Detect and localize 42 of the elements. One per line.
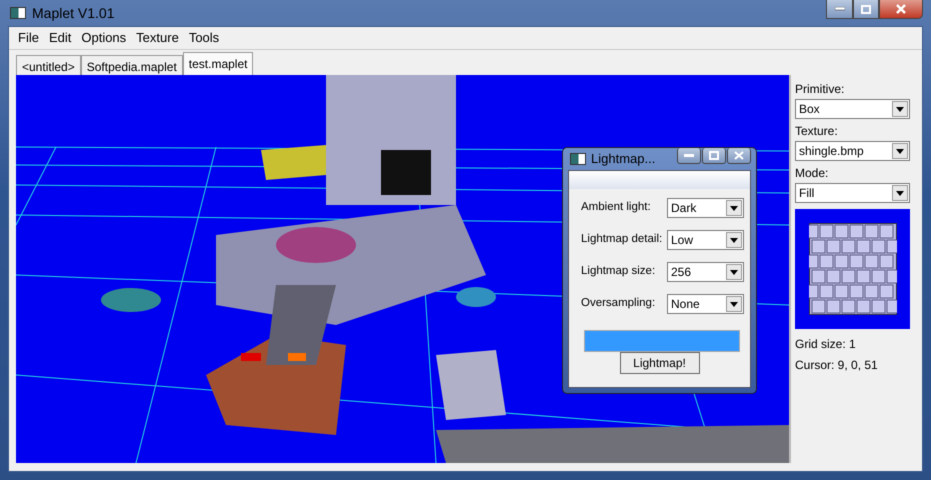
app-icon: [10, 7, 26, 19]
dialog-icon: [570, 153, 586, 165]
field-label: Texture:: [795, 123, 839, 140]
cursor-position-text: Cursor: 9, 0, 51: [795, 357, 879, 374]
close-icon: [895, 4, 907, 14]
dropdown[interactable]: shingle.bmp: [795, 141, 910, 161]
close-icon: [734, 151, 744, 160]
maximize-icon: [709, 151, 719, 160]
menu-item[interactable]: Tools: [184, 28, 224, 48]
menu-item[interactable]: Options: [76, 28, 132, 48]
minimize-icon: [834, 7, 844, 11]
field-label: Lightmap size:: [581, 264, 656, 280]
dropdown[interactable]: None: [667, 294, 744, 314]
tab[interactable]: Softpedia.maplet: [80, 55, 183, 75]
field-label: Mode:: [795, 165, 830, 182]
maximize-icon: [861, 4, 871, 14]
field-label: Oversampling:: [581, 296, 656, 312]
tab[interactable]: test.maplet: [182, 52, 254, 75]
minimize-icon: [684, 154, 694, 158]
dialog-title: Lightmap...: [591, 150, 656, 168]
minimize-button[interactable]: [677, 148, 701, 164]
field-label: Ambient light:: [581, 200, 652, 216]
minimize-button[interactable]: [826, 0, 853, 19]
grid-size-text: Grid size: 1: [795, 336, 857, 353]
menu-item[interactable]: File: [13, 28, 44, 48]
dropdown[interactable]: Low: [667, 230, 744, 250]
dropdown[interactable]: 256: [667, 262, 744, 282]
field-label: Lightmap detail:: [581, 232, 664, 248]
maximize-button[interactable]: [853, 0, 879, 19]
maximize-button[interactable]: [702, 148, 726, 164]
window-title: Maplet V1.01: [32, 4, 114, 23]
menu-item[interactable]: Edit: [44, 28, 76, 48]
tab[interactable]: <untitled>: [16, 55, 81, 75]
dropdown[interactable]: Box: [795, 99, 910, 119]
close-button[interactable]: [727, 148, 751, 164]
close-button[interactable]: [879, 0, 923, 19]
dropdown[interactable]: Fill: [795, 183, 910, 203]
field-label: Primitive:: [795, 81, 846, 98]
menu-item[interactable]: Texture: [131, 28, 184, 48]
lightmap-button[interactable]: Lightmap!: [620, 352, 700, 374]
3d-viewport[interactable]: Lightmap... Ambient light: Dark Lightmap detail: Low Lightmap size: 256 Oversampling: None Lightmap!: [16, 75, 789, 463]
dropdown[interactable]: Dark: [667, 198, 744, 218]
